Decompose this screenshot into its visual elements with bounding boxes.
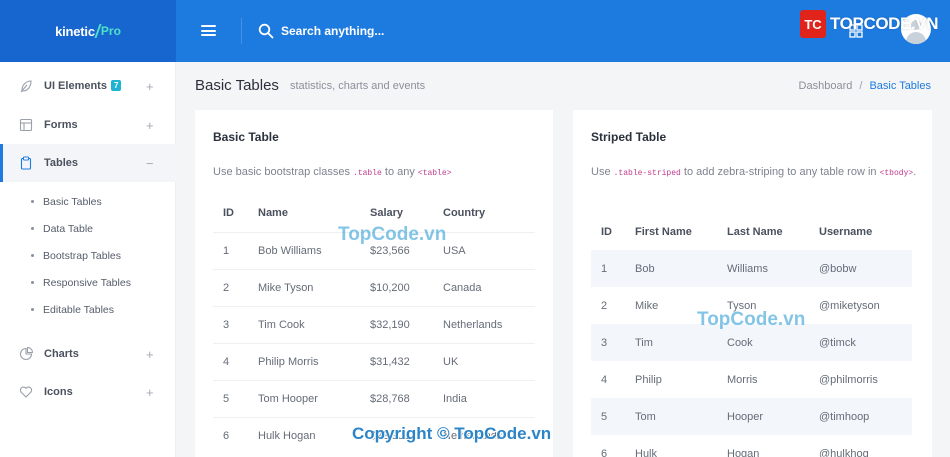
breadcrumb-dashboard-link[interactable]: Dashboard bbox=[799, 80, 853, 92]
brand-logo[interactable]: kinetic Pro bbox=[0, 0, 176, 62]
submenu-label: Editable Tables bbox=[43, 303, 115, 316]
card-description: Use basic bootstrap classes .table to an… bbox=[213, 166, 452, 178]
expand-icon[interactable]: + bbox=[146, 385, 154, 400]
clipboard-icon bbox=[20, 156, 32, 170]
submenu-responsive-tables[interactable]: Responsive Tables bbox=[0, 269, 176, 296]
table-row: 3 Tim Cook @timck bbox=[591, 324, 912, 361]
table-row: 4 Philip Morris @philmorris bbox=[601, 373, 878, 386]
top-navbar: kinetic Pro TC TOPCODE.VN bbox=[0, 0, 950, 62]
column-header: Last Name bbox=[727, 225, 783, 238]
sidebar-item-label: Tables bbox=[44, 157, 79, 169]
topcode-logo: TC TOPCODE.VN bbox=[800, 9, 939, 39]
search-input[interactable] bbox=[281, 24, 481, 38]
table-row: 1 Bob Williams @bobw bbox=[591, 250, 912, 287]
submenu-data-table[interactable]: Data Table bbox=[0, 215, 176, 242]
sidebar-item-label: UI Elements 7 bbox=[44, 80, 122, 92]
page-title: Basic Tables bbox=[195, 77, 279, 94]
table-row: 4 Philip Morris $31,432 UK bbox=[213, 342, 535, 380]
navbar-divider bbox=[241, 18, 242, 44]
expand-icon[interactable]: + bbox=[146, 79, 154, 94]
code-snippet: <table> bbox=[417, 169, 452, 178]
sidebar-item-tables[interactable]: Tables − bbox=[0, 144, 176, 182]
expand-icon[interactable]: + bbox=[146, 118, 154, 133]
search-bar bbox=[258, 21, 481, 41]
layout-icon bbox=[19, 118, 33, 132]
sidebar-item-forms[interactable]: Forms + bbox=[0, 106, 176, 144]
table-row: 6 Hulk Hogan @hulkhog bbox=[601, 447, 869, 457]
card-title: Striped Table bbox=[591, 130, 667, 144]
column-header: Salary bbox=[370, 207, 404, 220]
submenu-label: Responsive Tables bbox=[43, 276, 131, 289]
submenu-basic-tables[interactable]: Basic Tables bbox=[0, 188, 176, 215]
collapse-icon[interactable]: − bbox=[146, 156, 154, 171]
table-row: 2 Mike Tyson $10,200 Canada bbox=[213, 268, 535, 306]
basic-table: ID Name Salary Country 1 Bob Williams $23,… bbox=[213, 195, 535, 454]
table-row: 5 Tom Hooper $28,768 India bbox=[213, 379, 535, 417]
striped-table: ID First Name Last Name Username 1 Bob Wil… bbox=[591, 213, 912, 457]
brand-name: kinetic bbox=[55, 23, 95, 39]
sidebar-item-charts[interactable]: Charts + bbox=[0, 335, 176, 373]
table-row: 5 Tom Hooper @timhoop bbox=[591, 398, 912, 435]
column-header: First Name bbox=[635, 225, 692, 238]
code-snippet: <tbody> bbox=[879, 169, 914, 178]
submenu-label: Bootstrap Tables bbox=[43, 249, 122, 262]
topcode-logo-mark: TC bbox=[800, 10, 826, 38]
basic-table-card: Basic Table Use basic bootstrap classes … bbox=[195, 110, 553, 457]
table-row: 1 Bob Williams $23,566 USA bbox=[213, 231, 535, 269]
count-badge: 7 bbox=[110, 80, 122, 91]
brand-suffix: Pro bbox=[100, 24, 121, 38]
card-title: Basic Table bbox=[213, 130, 279, 144]
breadcrumb: Dashboard / Basic Tables bbox=[799, 80, 931, 92]
submenu-label: Data Table bbox=[43, 222, 94, 235]
column-header: Name bbox=[258, 207, 288, 220]
breadcrumb-separator: / bbox=[859, 80, 863, 92]
column-header: ID bbox=[223, 207, 234, 220]
search-icon[interactable] bbox=[258, 23, 274, 39]
card-description: Use .table-striped to add zebra-striping… bbox=[591, 166, 917, 178]
page-subtitle: statistics, charts and events bbox=[290, 80, 426, 92]
copyright-watermark: Copyright © TopCode.vn bbox=[352, 424, 552, 443]
sidebar-item-label: Icons bbox=[44, 386, 73, 398]
menu-toggle-icon[interactable] bbox=[201, 25, 216, 36]
submenu-label: Basic Tables bbox=[43, 195, 102, 208]
table-row: 2 Mike Tyson @miketyson bbox=[601, 299, 880, 312]
striped-table-card: Striped Table Use .table-striped to add … bbox=[573, 110, 932, 457]
sidebar: UI Elements 7 + Forms + Tables − Basic Ta… bbox=[0, 62, 176, 457]
column-header: Username bbox=[819, 225, 873, 238]
submenu-editable-tables[interactable]: Editable Tables bbox=[0, 296, 176, 323]
expand-icon[interactable]: + bbox=[146, 347, 154, 362]
sidebar-item-ui-elements[interactable]: UI Elements 7 + bbox=[0, 67, 176, 105]
breadcrumb-current: Basic Tables bbox=[869, 80, 931, 92]
heart-icon bbox=[19, 386, 33, 398]
table-header-row: ID Name Salary Country bbox=[213, 195, 535, 232]
code-snippet: .table bbox=[353, 169, 382, 178]
sidebar-item-icons[interactable]: Icons + bbox=[0, 373, 176, 411]
code-snippet: .table-striped bbox=[613, 169, 681, 178]
column-header: ID bbox=[601, 225, 612, 238]
pie-chart-icon bbox=[19, 347, 33, 361]
table-header-row: ID First Name Last Name Username bbox=[591, 213, 912, 250]
submenu-bootstrap-tables[interactable]: Bootstrap Tables bbox=[0, 242, 176, 269]
column-header: Country bbox=[443, 207, 486, 220]
feather-icon bbox=[20, 80, 32, 93]
sidebar-item-label: Charts bbox=[44, 348, 79, 360]
topcode-logo-text: TOPCODE.VN bbox=[830, 14, 939, 33]
sidebar-item-label: Forms bbox=[44, 119, 78, 131]
table-row: 3 Tim Cook $32,190 Netherlands bbox=[213, 305, 535, 343]
